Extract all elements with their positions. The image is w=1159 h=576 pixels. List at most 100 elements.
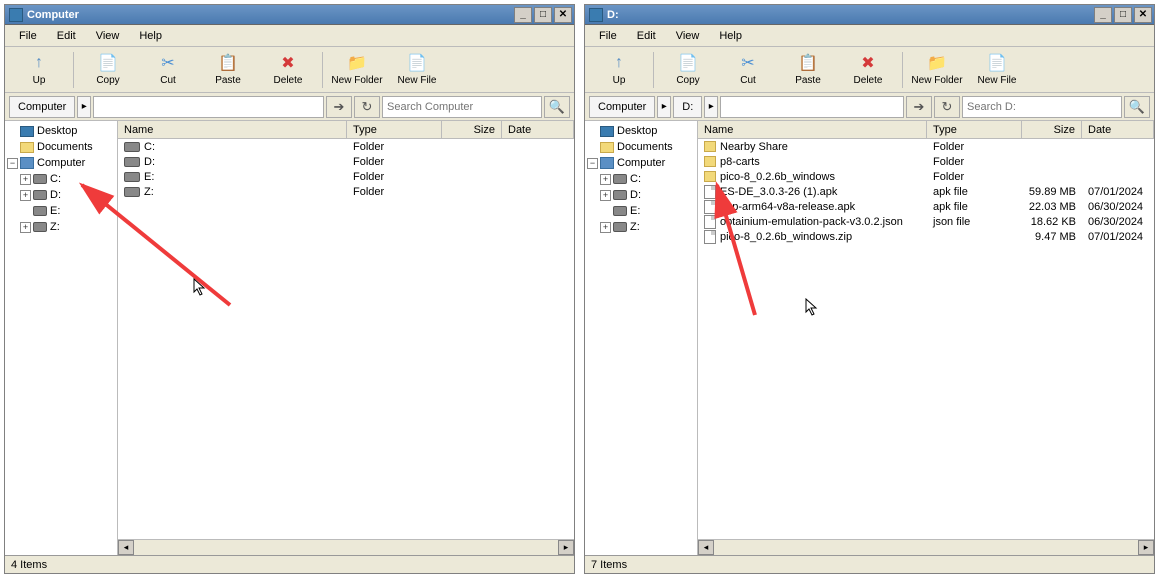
menu-help[interactable]: Help (709, 27, 752, 45)
cell-type: Folder (347, 186, 442, 198)
column-date[interactable]: Date (502, 121, 574, 138)
close-button[interactable]: ✕ (1134, 7, 1152, 23)
tree-item-c[interactable]: +C: (585, 171, 697, 187)
path-empty[interactable] (93, 96, 324, 118)
tree-item-c[interactable]: +C: (5, 171, 117, 187)
cell-name: ES-DE_3.0.3-26 (1).apk (698, 185, 927, 199)
list-item[interactable]: pico-8_0.2.6b_windows.zip9.47 MB07/01/20… (698, 229, 1154, 244)
column-date[interactable]: Date (1082, 121, 1154, 138)
expand-icon[interactable]: + (20, 222, 31, 233)
expand-icon[interactable]: + (600, 222, 611, 233)
list-item[interactable]: obtainium-emulation-pack-v3.0.2.jsonjson… (698, 214, 1154, 229)
list-item[interactable]: E:Folder (118, 169, 574, 184)
column-type[interactable]: Type (347, 121, 442, 138)
search-input[interactable] (962, 96, 1122, 118)
menu-view[interactable]: View (86, 27, 130, 45)
toolbar-new-file-button[interactable]: 📄New File (387, 49, 447, 91)
tree-item-d[interactable]: +D: (585, 187, 697, 203)
toolbar-up-button[interactable]: ↑Up (9, 49, 69, 91)
toolbar-cut-button[interactable]: ✂Cut (138, 49, 198, 91)
toolbar-delete-button[interactable]: ✖Delete (838, 49, 898, 91)
menu-edit[interactable]: Edit (627, 27, 666, 45)
toolbar-label: Delete (274, 75, 303, 86)
minimize-button[interactable]: _ (1094, 7, 1112, 23)
column-size[interactable]: Size (442, 121, 502, 138)
maximize-button[interactable]: □ (1114, 7, 1132, 23)
maximize-button[interactable]: □ (534, 7, 552, 23)
horizontal-scrollbar[interactable]: ◂ ▸ (698, 539, 1154, 555)
breadcrumb-computer[interactable]: Computer (589, 96, 655, 118)
list-item[interactable]: D:Folder (118, 154, 574, 169)
breadcrumb-separator[interactable]: ▸ (657, 96, 671, 118)
tree-item-computer[interactable]: −Computer (5, 155, 117, 171)
toolbar-copy-button[interactable]: 📄Copy (658, 49, 718, 91)
scroll-right-icon[interactable]: ▸ (558, 540, 574, 555)
list-item[interactable]: pico-8_0.2.6b_windowsFolder (698, 169, 1154, 184)
column-type[interactable]: Type (927, 121, 1022, 138)
menu-file[interactable]: File (9, 27, 47, 45)
scroll-left-icon[interactable]: ◂ (698, 540, 714, 555)
tree-item-z[interactable]: +Z: (5, 219, 117, 235)
toolbar-up-button[interactable]: ↑Up (589, 49, 649, 91)
toolbar-delete-button[interactable]: ✖Delete (258, 49, 318, 91)
search-input[interactable] (382, 96, 542, 118)
horizontal-scrollbar[interactable]: ◂ ▸ (118, 539, 574, 555)
tree-item-desktop[interactable]: Desktop (5, 123, 117, 139)
drive-icon (124, 157, 140, 167)
toolbar-copy-button[interactable]: 📄Copy (78, 49, 138, 91)
expand-icon[interactable]: + (20, 174, 31, 185)
expand-icon[interactable]: − (7, 158, 18, 169)
toolbar-cut-button[interactable]: ✂Cut (718, 49, 778, 91)
menu-view[interactable]: View (666, 27, 710, 45)
toolbar-paste-button[interactable]: 📋Paste (198, 49, 258, 91)
list-item[interactable]: ES-DE_3.0.3-26 (1).apkapk file59.89 MB07… (698, 184, 1154, 199)
search-button[interactable]: 🔍 (544, 96, 570, 118)
breadcrumb-computer[interactable]: Computer (9, 96, 75, 118)
cell-name: app-arm64-v8a-release.apk (698, 200, 927, 214)
list-item[interactable]: C:Folder (118, 139, 574, 154)
go-button[interactable]: ➔ (326, 96, 352, 118)
column-size[interactable]: Size (1022, 121, 1082, 138)
tree-item-d[interactable]: +D: (5, 187, 117, 203)
tree-item-desktop[interactable]: Desktop (585, 123, 697, 139)
refresh-button[interactable]: ↻ (354, 96, 380, 118)
column-name[interactable]: Name (698, 121, 927, 138)
list-item[interactable]: Nearby ShareFolder (698, 139, 1154, 154)
titlebar[interactable]: Computer _ □ ✕ (5, 5, 574, 25)
tree-item-e[interactable]: E: (585, 203, 697, 219)
tree-item-documents[interactable]: Documents (5, 139, 117, 155)
menu-file[interactable]: File (589, 27, 627, 45)
scroll-left-icon[interactable]: ◂ (118, 540, 134, 555)
expand-icon[interactable]: + (600, 190, 611, 201)
expand-icon[interactable]: + (20, 190, 31, 201)
tree-item-computer[interactable]: −Computer (585, 155, 697, 171)
go-button[interactable]: ➔ (906, 96, 932, 118)
list-item[interactable]: p8-cartsFolder (698, 154, 1154, 169)
titlebar[interactable]: D: _ □ ✕ (585, 5, 1154, 25)
cell-type: apk file (927, 201, 1022, 213)
tree-item-documents[interactable]: Documents (585, 139, 697, 155)
breadcrumb-separator[interactable]: ▸ (704, 96, 718, 118)
expand-icon[interactable]: − (587, 158, 598, 169)
toolbar-new-file-button[interactable]: 📄New File (967, 49, 1027, 91)
list-item[interactable]: app-arm64-v8a-release.apkapk file22.03 M… (698, 199, 1154, 214)
toolbar-paste-button[interactable]: 📋Paste (778, 49, 838, 91)
toolbar-new-folder-button[interactable]: 📁New Folder (327, 49, 387, 91)
path-empty[interactable] (720, 96, 904, 118)
menu-help[interactable]: Help (129, 27, 172, 45)
tree-item-z[interactable]: +Z: (585, 219, 697, 235)
breadcrumb-separator[interactable]: ▸ (77, 96, 91, 118)
minimize-button[interactable]: _ (514, 7, 532, 23)
column-name[interactable]: Name (118, 121, 347, 138)
scroll-right-icon[interactable]: ▸ (1138, 540, 1154, 555)
tree-item-e[interactable]: E: (5, 203, 117, 219)
toolbar-new-folder-button[interactable]: 📁New Folder (907, 49, 967, 91)
search-button[interactable]: 🔍 (1124, 96, 1150, 118)
menu-edit[interactable]: Edit (47, 27, 86, 45)
refresh-button[interactable]: ↻ (934, 96, 960, 118)
list-item[interactable]: Z:Folder (118, 184, 574, 199)
close-button[interactable]: ✕ (554, 7, 572, 23)
expand-icon[interactable]: + (600, 174, 611, 185)
breadcrumb-d[interactable]: D: (673, 96, 702, 118)
toolbar-label: Paste (795, 75, 821, 86)
